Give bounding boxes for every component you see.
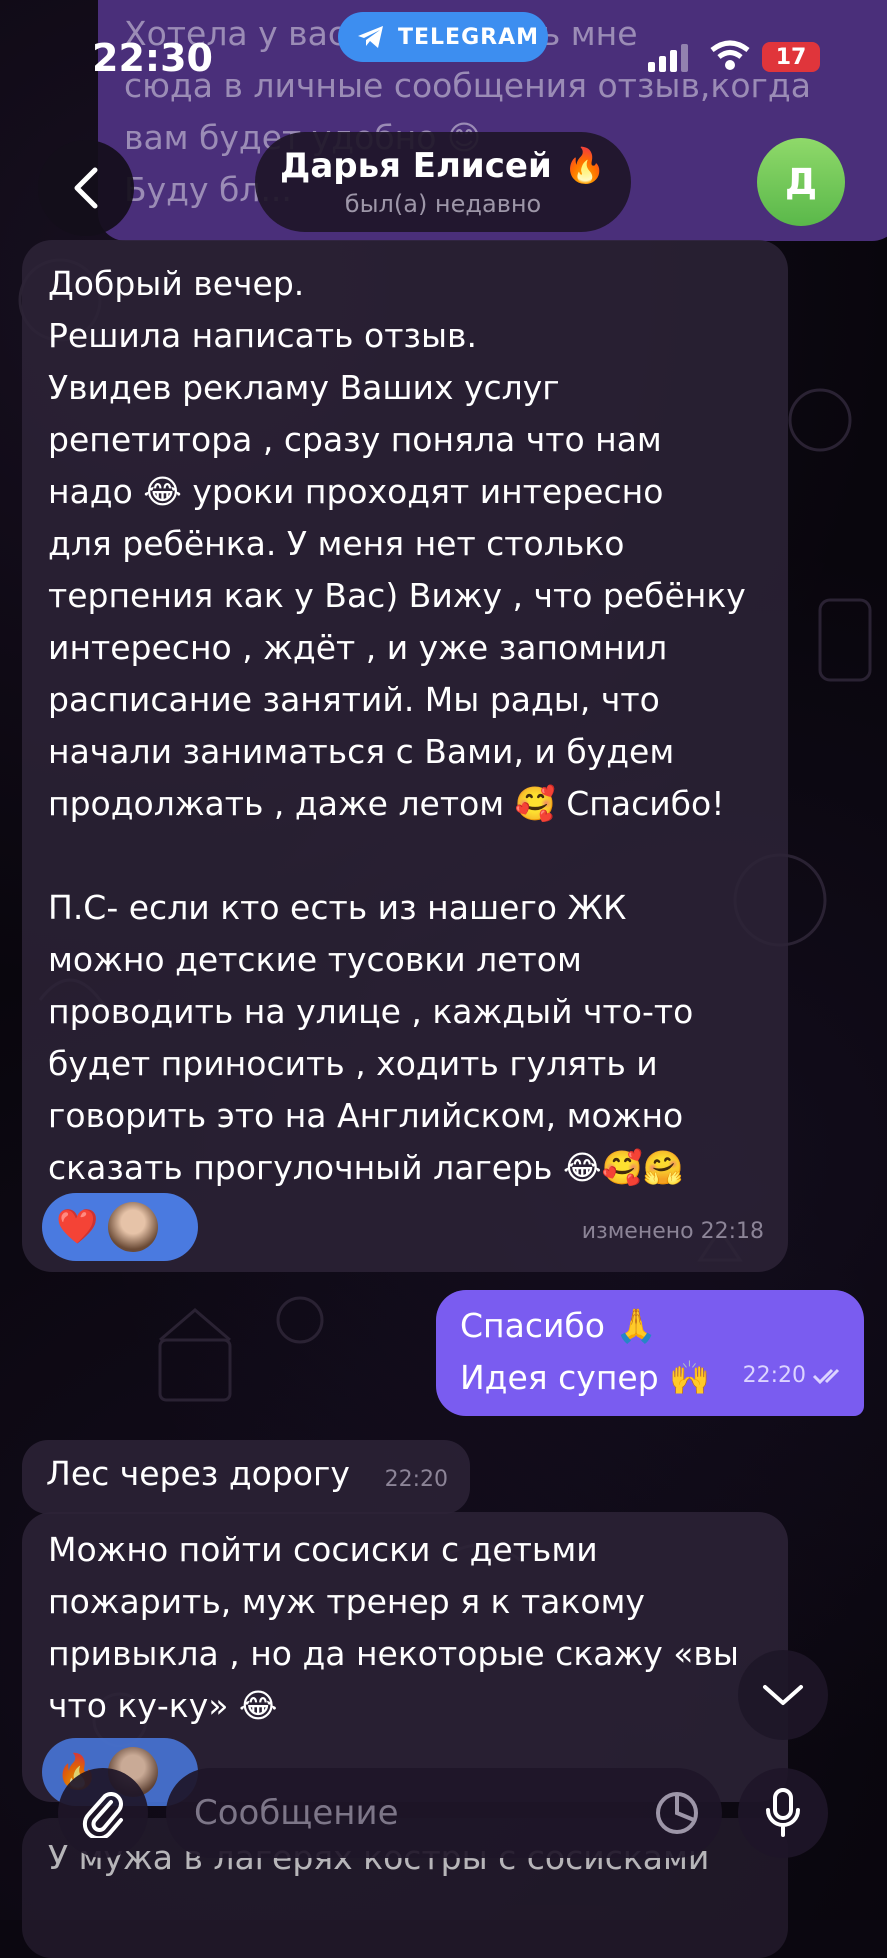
telegram-app-pill[interactable]: TELEGRAM xyxy=(338,12,548,62)
message-line: привыкла , но да некоторые скажу «вы xyxy=(48,1634,739,1673)
heart-reaction-icon: ❤️ xyxy=(56,1207,99,1247)
microphone-icon xyxy=(766,1788,800,1837)
contact-name: Дарья Елисей 🔥 xyxy=(280,146,606,186)
message-line: терпения как у Вас) Вижу , что ребёнку xyxy=(48,576,746,615)
chevron-down-icon xyxy=(763,1685,803,1705)
message-line: Можно пойти сосиски с детьми xyxy=(48,1530,598,1569)
message-bubble[interactable]: Спасибо 🙏 Идея супер 🙌 22:20 xyxy=(436,1290,864,1416)
double-check-icon xyxy=(812,1368,840,1385)
message-line: надо 😂 уроки проходят интересно xyxy=(48,472,664,511)
app-pill-label: TELEGRAM xyxy=(398,24,539,50)
voice-message-button[interactable] xyxy=(738,1768,828,1858)
message-meta: изменено 22:18 xyxy=(581,1219,764,1244)
telegram-icon xyxy=(358,26,383,48)
status-bar: 22:30 TELEGRAM 17 xyxy=(0,0,887,120)
message-bubble[interactable]: Добрый вечер. Решила написать отзыв. Уви… xyxy=(22,240,788,1272)
message-line: Лес через дорогу xyxy=(46,1454,350,1493)
message-input[interactable]: Сообщение xyxy=(166,1768,722,1858)
contact-status: был(а) недавно xyxy=(344,190,542,218)
message-line: расписание занятий. Мы рады, что xyxy=(48,680,660,719)
attach-button[interactable] xyxy=(58,1768,148,1858)
message-line: говорить это на Английском, можно xyxy=(48,1096,684,1135)
message-line: сказать прогулочный лагерь 😂🥰🤗 xyxy=(48,1148,684,1187)
status-time: 22:30 xyxy=(92,36,213,80)
chevron-left-icon xyxy=(74,167,98,209)
message-time: 22:20 xyxy=(384,1467,448,1492)
message-line: будет приносить , ходить гулять и xyxy=(48,1044,658,1083)
message-line: начали заниматься с Вами, и будем xyxy=(48,732,675,771)
signal-icon xyxy=(648,44,688,72)
reactor-avatar xyxy=(108,1202,159,1252)
wifi-icon xyxy=(710,40,750,70)
message-line: для ребёнка. У меня нет столько xyxy=(48,524,625,563)
message-line: Спасибо 🙏 xyxy=(460,1306,657,1345)
chat-title[interactable]: Дарья Елисей 🔥 был(а) недавно xyxy=(255,132,631,232)
message-line: Увидев рекламу Ваших услуг xyxy=(48,368,560,407)
scroll-down-button[interactable] xyxy=(738,1650,828,1740)
message-line: пожарить, муж тренер я к такому xyxy=(48,1582,645,1621)
message-line: П.С- если кто есть из нашего ЖК xyxy=(48,888,627,927)
message-status: 22:20 xyxy=(743,1350,846,1402)
message-line: можно детские тусовки летом xyxy=(48,940,582,979)
back-button[interactable] xyxy=(38,140,134,236)
message-bubble[interactable]: Лес через дорогу 22:20 xyxy=(22,1440,470,1514)
message-time: 22:20 xyxy=(742,1363,806,1388)
battery-indicator: 17 xyxy=(762,42,820,72)
reaction-pill[interactable]: ❤️ xyxy=(42,1193,198,1261)
message-line: репетитора , сразу поняла что нам xyxy=(48,420,662,459)
message-line: что ку-ку» 😂 xyxy=(48,1686,278,1725)
sticker-icon[interactable] xyxy=(654,1790,700,1836)
message-line: проводить на улице , каждый что-то xyxy=(48,992,694,1031)
message-line: продолжать , даже летом 🥰 Спасибо! xyxy=(48,784,725,823)
message-line: интересно , ждёт , и уже запомнил xyxy=(48,628,668,667)
message-input-placeholder: Сообщение xyxy=(194,1793,399,1833)
message-line: Добрый вечер. xyxy=(48,264,305,303)
message-line: Решила написать отзыв. xyxy=(48,316,477,355)
paperclip-icon xyxy=(82,1792,123,1838)
contact-avatar[interactable]: Д xyxy=(757,138,845,226)
